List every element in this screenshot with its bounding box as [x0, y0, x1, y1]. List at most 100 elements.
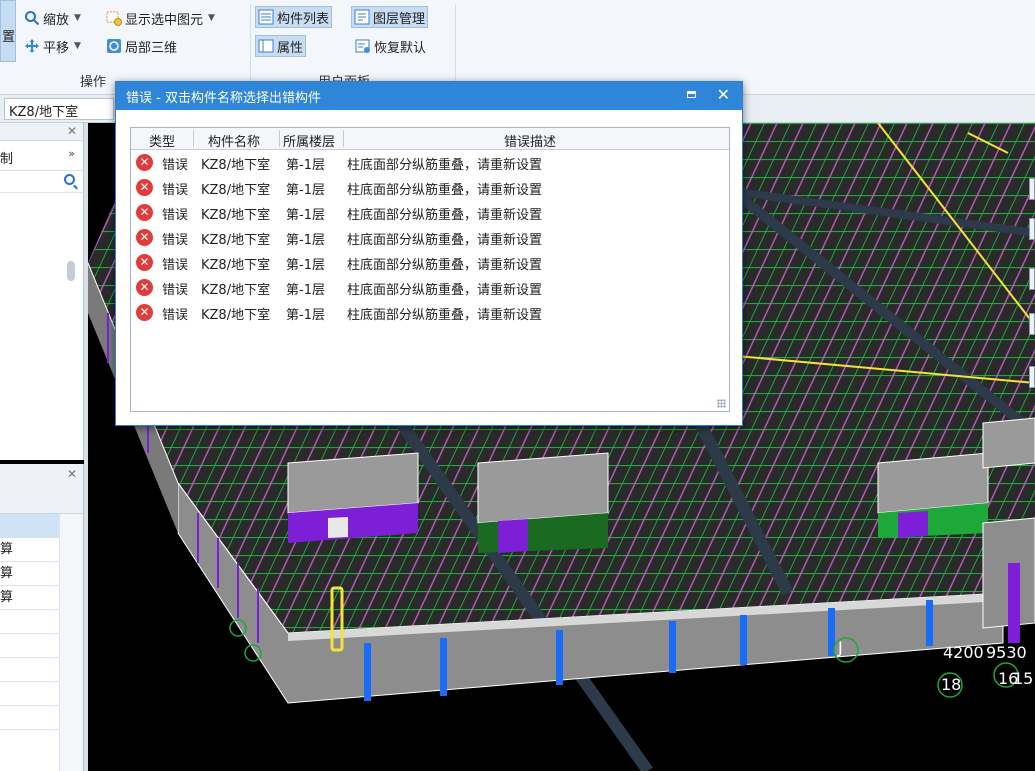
- error-icon: ✕: [136, 254, 153, 271]
- error-icon: ✕: [136, 304, 153, 321]
- table-row[interactable]: ✕ 错误 KZ8/地下室 第-1层 柱底面部分纵筋重叠，请重新设置: [131, 150, 729, 175]
- table-body: ✕ 错误 KZ8/地下室 第-1层 柱底面部分纵筋重叠，请重新设置 ✕ 错误 KZ8/地下室第…: [131, 150, 729, 325]
- cell-floor: 第-1层: [286, 308, 325, 323]
- cell-floor: 第-1层: [286, 233, 325, 248]
- column-divider[interactable]: [193, 130, 194, 147]
- pan-button[interactable]: 平移 ▼: [24, 35, 81, 57]
- cell-component-name[interactable]: KZ8/地下室: [201, 179, 270, 198]
- cell-component-name[interactable]: KZ8/地下室: [201, 229, 270, 248]
- cell-type: 错误: [162, 283, 189, 298]
- close-icon[interactable]: ✕: [67, 467, 77, 481]
- panel-header: ✕: [0, 464, 83, 514]
- properties-panel: ✕ 算 算 算: [0, 464, 84, 771]
- panel-toolbar-label[interactable]: 制: [0, 148, 13, 167]
- cell-type: 错误: [162, 308, 189, 323]
- resize-grip-icon[interactable]: [717, 399, 726, 408]
- ribbon-partial-button[interactable]: 置: [0, 0, 16, 62]
- error-icon: ✕: [136, 204, 153, 221]
- expand-icon[interactable]: »: [68, 147, 75, 160]
- view-tool-button[interactable]: [1029, 268, 1035, 290]
- properties-button[interactable]: 属性: [255, 35, 307, 57]
- cell-component-name[interactable]: KZ8/地下室: [201, 279, 270, 298]
- restore-default-button[interactable]: 恢复默认: [355, 35, 426, 57]
- cell-floor: 第-1层: [286, 158, 325, 173]
- dimension-label: 9530: [986, 643, 1027, 662]
- component-tree-panel: ✕ 制 »: [0, 123, 84, 460]
- component-list-button[interactable]: 构件列表: [255, 6, 333, 28]
- close-icon[interactable]: ✕: [717, 85, 730, 104]
- view-tool-button[interactable]: [1029, 313, 1035, 335]
- cell-component-name[interactable]: KZ8/地下室: [201, 154, 270, 173]
- pile-cap: [477, 452, 609, 553]
- component-list-label: 构件列表: [277, 11, 330, 27]
- show-selected-icon: [106, 10, 122, 26]
- view-tool-button[interactable]: [1029, 178, 1035, 200]
- cell-type: 错误: [162, 183, 189, 198]
- local-3d-button[interactable]: 局部三维: [106, 35, 177, 57]
- view-tool-button[interactable]: [1029, 366, 1035, 388]
- cell-type: 错误: [162, 158, 189, 173]
- properties-icon: [258, 38, 274, 54]
- cell-description: 柱底面部分纵筋重叠，请重新设置: [347, 283, 543, 298]
- column-divider[interactable]: [279, 130, 280, 147]
- column-divider[interactable]: [343, 130, 344, 147]
- error-icon: ✕: [136, 279, 153, 296]
- cell-description: 柱底面部分纵筋重叠，请重新设置: [347, 208, 543, 223]
- local-3d-label: 局部三维: [125, 40, 178, 56]
- ribbon-separator: [455, 4, 456, 90]
- cell-component-name[interactable]: KZ8/地下室: [201, 254, 270, 273]
- cell-description: 柱底面部分纵筋重叠，请重新设置: [347, 158, 543, 173]
- dimension-label: 18: [941, 675, 962, 694]
- cell-type: 错误: [162, 208, 189, 223]
- magnifier-icon: [24, 10, 40, 26]
- column-header-desc[interactable]: 错误描述: [504, 131, 556, 150]
- properties-label: 属性: [277, 40, 304, 56]
- column-header-name[interactable]: 构件名称: [208, 131, 260, 150]
- chevron-down-icon: ▼: [74, 13, 81, 23]
- floor-selector[interactable]: KZ8/地下室: [4, 98, 114, 120]
- zoom-label: 缩放: [43, 12, 70, 28]
- column-header-floor[interactable]: 所属楼层: [283, 131, 335, 150]
- error-icon: ✕: [136, 179, 153, 196]
- cell-component-name[interactable]: KZ8/地下室: [201, 204, 270, 223]
- layer-manager-label: 图层管理: [373, 11, 426, 27]
- table-row[interactable]: ✕ 错误 KZ8/地下室 第-1层 柱底面部分纵筋重叠，请重新设置: [131, 300, 729, 325]
- dialog-title-bar[interactable]: 错误 - 双击构件名称选择出错构件 ✕: [116, 82, 742, 110]
- group-operations-label: 操作: [80, 75, 107, 90]
- error-icon: ✕: [136, 229, 153, 246]
- dialog-title: 错误 - 双击构件名称选择出错构件: [126, 91, 321, 106]
- column-header-type[interactable]: 类型: [149, 131, 175, 150]
- view-tool-button[interactable]: [1029, 218, 1035, 240]
- pile-cap: [287, 452, 419, 543]
- table-row[interactable]: ✕ 错误 KZ8/地下室 第-1层 柱底面部分纵筋重叠，请重新设置: [131, 250, 729, 275]
- pile-cap: [877, 452, 989, 538]
- dimension-label: 15: [1013, 669, 1034, 688]
- cell-floor: 第-1层: [286, 183, 325, 198]
- table-row[interactable]: ✕ 错误 KZ8/地下室 第-1层 柱底面部分纵筋重叠，请重新设置: [131, 200, 729, 225]
- restore-default-label: 恢复默认: [374, 40, 427, 56]
- close-icon[interactable]: ✕: [67, 124, 77, 138]
- dimension-label: 4200: [943, 643, 984, 662]
- table-row[interactable]: ✕ 错误 KZ8/地下室 第-1层 柱底面部分纵筋重叠，请重新设置: [131, 225, 729, 250]
- scrollbar-thumb[interactable]: [67, 261, 75, 281]
- cell-description: 柱底面部分纵筋重叠，请重新设置: [347, 308, 543, 323]
- panel-toolbar: 制 »: [0, 141, 83, 171]
- restore-icon: [355, 38, 371, 54]
- error-table: 类型 构件名称 所属楼层 错误描述 ✕ 错误 KZ8/地下室 第-1层 柱底面部分纵筋重…: [130, 127, 730, 412]
- table-row[interactable]: ✕ 错误 KZ8/地下室 第-1层 柱底面部分纵筋重叠，请重新设置: [131, 175, 729, 200]
- maximize-icon[interactable]: [687, 91, 696, 98]
- panel-header: ✕: [0, 123, 83, 141]
- list-icon: [258, 9, 274, 25]
- cell-component-name[interactable]: KZ8/地下室: [201, 304, 270, 323]
- table-row[interactable]: ✕ 错误 KZ8/地下室 第-1层 柱底面部分纵筋重叠，请重新设置: [131, 275, 729, 300]
- zoom-button[interactable]: 缩放 ▼: [24, 7, 81, 29]
- pan-label: 平移: [43, 40, 70, 56]
- cell-type: 错误: [162, 258, 189, 273]
- show-selected-button[interactable]: 显示选中图元 ▼: [106, 7, 215, 29]
- scrollbar[interactable]: [59, 514, 83, 771]
- table-header: 类型 构件名称 所属楼层 错误描述: [131, 128, 729, 150]
- layers-icon: [354, 9, 370, 25]
- layer-manager-button[interactable]: 图层管理: [351, 6, 429, 28]
- search-icon[interactable]: [64, 174, 75, 185]
- component-search-input[interactable]: [0, 171, 83, 193]
